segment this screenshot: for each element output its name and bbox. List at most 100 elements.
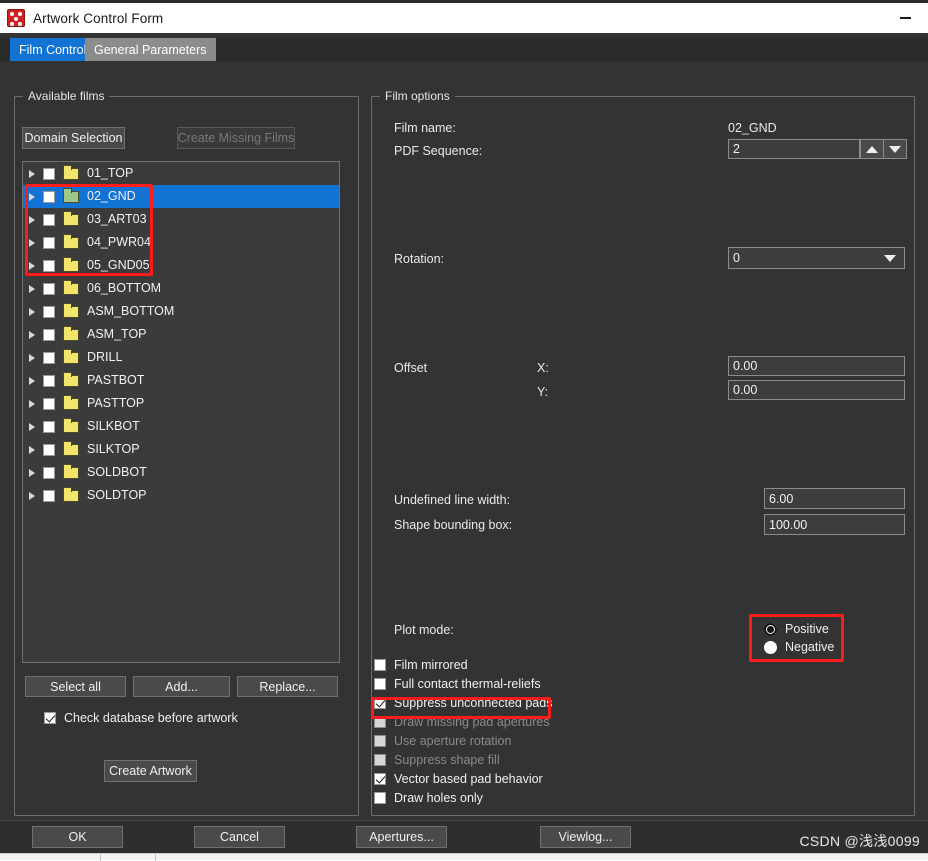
film-checkbox[interactable] [43, 190, 55, 203]
film-list-item[interactable]: ASM_BOTTOM [23, 300, 339, 323]
offset-y-input[interactable]: 0.00 [728, 380, 905, 400]
checkbox-icon [374, 678, 386, 690]
available-films-group-title: Available films [23, 89, 110, 103]
rotation-value: 0 [733, 251, 740, 265]
film-list-item-label: SILKBOT [87, 419, 140, 434]
select-all-button[interactable]: Select all [25, 676, 126, 697]
film-option-checkbox[interactable]: Suppress unconnected pads [374, 696, 552, 710]
film-list-item[interactable]: PASTBOT [23, 369, 339, 392]
check-database-before-artwork-checkbox[interactable]: Check database before artwork [44, 711, 238, 725]
available-films-list[interactable]: 01_TOP 02_GND 03_ART03 04_PWR04 05_GND05 06_B… [22, 161, 340, 663]
pdf-sequence-increment-button[interactable] [860, 139, 884, 159]
film-checkbox[interactable] [43, 374, 55, 387]
film-list-item[interactable]: 04_PWR04 [23, 231, 339, 254]
plot-mode-positive-label: Positive [785, 622, 829, 636]
expand-arrow-icon[interactable] [29, 330, 35, 339]
tab-general-parameters[interactable]: General Parameters [85, 38, 216, 61]
film-list-item[interactable]: 03_ART03 [23, 208, 339, 231]
pdf-sequence-decrement-button[interactable] [883, 139, 907, 159]
film-list-item[interactable]: SOLDTOP [23, 484, 339, 507]
film-checkbox[interactable] [43, 420, 55, 433]
expand-arrow-icon[interactable] [29, 468, 35, 477]
cancel-button[interactable]: Cancel [194, 826, 285, 848]
rotation-dropdown[interactable]: 0 [728, 247, 905, 269]
checkbox-icon [374, 773, 386, 785]
film-list-item-label: SOLDBOT [87, 465, 147, 480]
expand-arrow-icon[interactable] [29, 307, 35, 316]
film-list-item-label: 06_BOTTOM [87, 281, 162, 296]
film-checkbox[interactable] [43, 489, 55, 502]
shape-bounding-box-input[interactable]: 100.00 [764, 514, 905, 535]
expand-arrow-icon[interactable] [29, 376, 35, 385]
offset-x-label: X: [537, 361, 549, 375]
app-dice-icon [7, 9, 25, 27]
film-name-label: Film name: [394, 121, 456, 135]
film-checkbox[interactable] [43, 167, 55, 180]
expand-arrow-icon[interactable] [29, 169, 35, 178]
film-checkbox[interactable] [43, 443, 55, 456]
create-artwork-button[interactable]: Create Artwork [104, 760, 197, 782]
expand-arrow-icon[interactable] [29, 215, 35, 224]
film-list-item[interactable]: PASTTOP [23, 392, 339, 415]
film-option-checkbox-label: Suppress unconnected pads [394, 696, 553, 710]
expand-arrow-icon[interactable] [29, 353, 35, 362]
expand-arrow-icon[interactable] [29, 399, 35, 408]
film-list-item-label: 04_PWR04 [87, 235, 151, 250]
window-titlebar: Artwork Control Form [0, 0, 928, 33]
folder-icon [63, 371, 79, 387]
checkbox-icon [44, 712, 56, 724]
film-list-item[interactable]: SOLDBOT [23, 461, 339, 484]
domain-selection-button[interactable]: Domain Selection [22, 127, 125, 149]
film-list-item[interactable]: 02_GND [23, 185, 339, 208]
plot-mode-positive-radio[interactable]: Positive [764, 622, 829, 636]
film-list-item[interactable]: 01_TOP [23, 162, 339, 185]
film-list-item[interactable]: 06_BOTTOM [23, 277, 339, 300]
film-option-checkbox[interactable]: Vector based pad behavior [374, 772, 543, 786]
offset-x-input[interactable]: 0.00 [728, 356, 905, 376]
minimize-button[interactable] [882, 3, 928, 33]
folder-icon [63, 302, 79, 318]
film-list-item[interactable]: DRILL [23, 346, 339, 369]
expand-arrow-icon[interactable] [29, 284, 35, 293]
ok-button[interactable]: OK [32, 826, 123, 848]
folder-icon [63, 440, 79, 456]
film-checkbox[interactable] [43, 351, 55, 364]
film-list-item[interactable]: SILKBOT [23, 415, 339, 438]
film-option-checkbox[interactable]: Draw holes only [374, 791, 483, 805]
film-list-item[interactable]: ASM_TOP [23, 323, 339, 346]
film-option-checkbox[interactable]: Full contact thermal-reliefs [374, 677, 541, 691]
expand-arrow-icon[interactable] [29, 445, 35, 454]
expand-arrow-icon[interactable] [29, 192, 35, 201]
film-checkbox[interactable] [43, 213, 55, 226]
plot-mode-label: Plot mode: [394, 623, 454, 637]
pdf-sequence-input[interactable]: 2 [728, 139, 860, 159]
radio-selected-icon [764, 622, 777, 636]
film-option-checkbox[interactable]: Film mirrored [374, 658, 468, 672]
film-checkbox[interactable] [43, 259, 55, 272]
pdf-sequence-label: PDF Sequence: [394, 144, 483, 158]
viewlog-button[interactable]: Viewlog... [540, 826, 631, 848]
film-checkbox[interactable] [43, 305, 55, 318]
undefined-line-width-label: Undefined line width: [394, 493, 511, 507]
film-checkbox[interactable] [43, 328, 55, 341]
expand-arrow-icon[interactable] [29, 491, 35, 500]
expand-arrow-icon[interactable] [29, 422, 35, 431]
checkbox-icon [374, 716, 386, 728]
plot-mode-negative-radio[interactable]: Negative [764, 640, 834, 654]
expand-arrow-icon[interactable] [29, 261, 35, 270]
film-option-checkbox-label: Full contact thermal-reliefs [394, 677, 541, 691]
tab-film-control[interactable]: Film Control [10, 38, 96, 61]
film-checkbox[interactable] [43, 397, 55, 410]
expand-arrow-icon[interactable] [29, 238, 35, 247]
film-checkbox[interactable] [43, 236, 55, 249]
film-list-item[interactable]: SILKTOP [23, 438, 339, 461]
film-checkbox[interactable] [43, 282, 55, 295]
folder-icon [63, 417, 79, 433]
add-button[interactable]: Add... [133, 676, 230, 697]
film-list-item[interactable]: 05_GND05 [23, 254, 339, 277]
checkbox-icon [374, 659, 386, 671]
replace-button[interactable]: Replace... [237, 676, 338, 697]
film-checkbox[interactable] [43, 466, 55, 479]
apertures-button[interactable]: Apertures... [356, 826, 447, 848]
undefined-line-width-input[interactable]: 6.00 [764, 488, 905, 509]
